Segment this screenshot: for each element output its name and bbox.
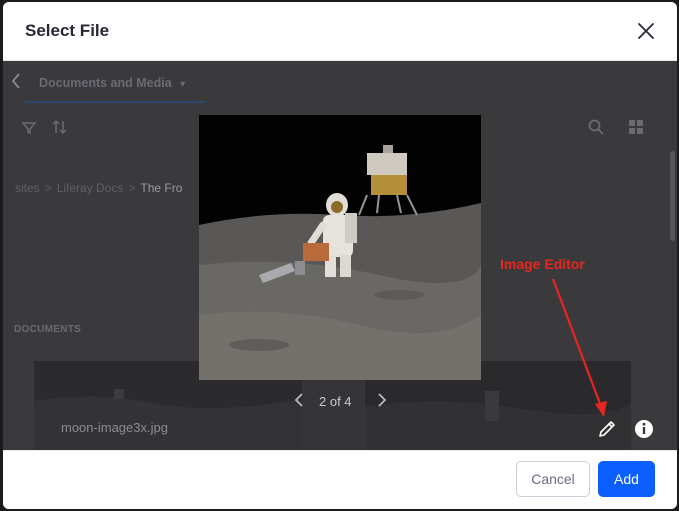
dialog-footer: Cancel Add xyxy=(3,450,677,509)
dialog-title: Select File xyxy=(25,21,110,40)
dialog-header: Select File xyxy=(3,2,677,61)
select-file-dialog: Select File Documents and Media ▼ sites … xyxy=(3,2,677,509)
cancel-button[interactable]: Cancel xyxy=(516,461,590,497)
dialog-body: Documents and Media ▼ sites > Liferay Do… xyxy=(3,61,677,450)
close-icon xyxy=(638,23,654,39)
close-button[interactable] xyxy=(635,20,657,42)
add-button[interactable]: Add xyxy=(598,461,655,497)
annotation-arrow-icon xyxy=(551,278,607,417)
